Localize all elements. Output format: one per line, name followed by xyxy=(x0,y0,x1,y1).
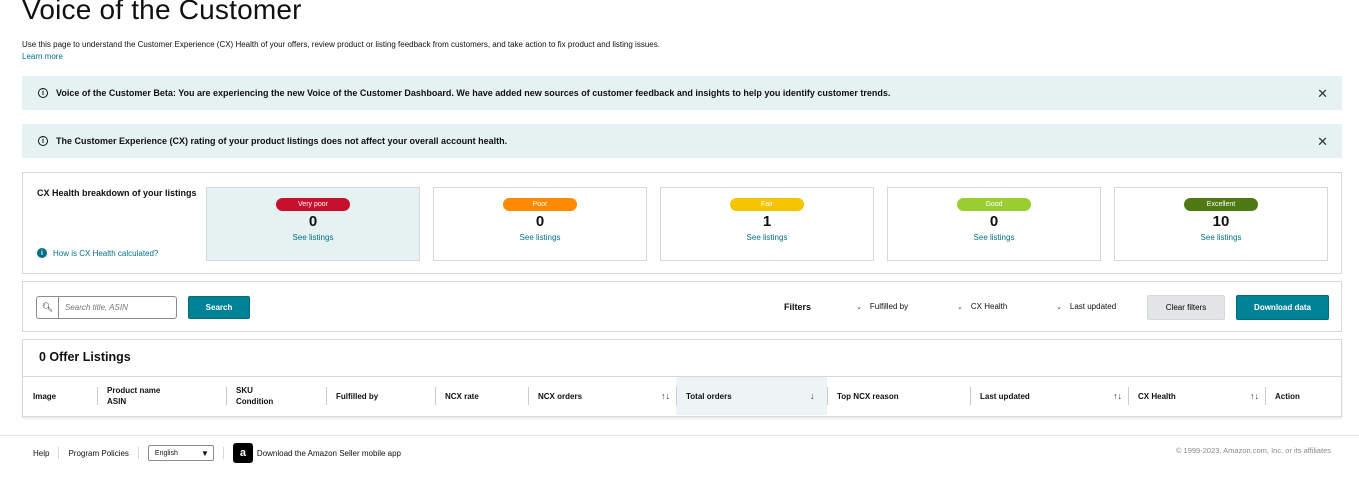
column-sku[interactable]: SKU Condition xyxy=(226,377,326,415)
column-header-label: Last updated xyxy=(980,391,1030,401)
see-listings-link[interactable]: See listings xyxy=(661,233,873,242)
download-app-link[interactable]: Download the Amazon Seller mobile app xyxy=(257,449,401,458)
cx-card-excellent[interactable]: Excellent 10 See listings xyxy=(1114,187,1328,261)
column-header-label: CX Health xyxy=(1138,391,1176,401)
footer: Help Program Policies English ▼ a Downlo… xyxy=(33,443,401,463)
column-header-sublabel: ASIN xyxy=(107,397,127,406)
program-policies-link[interactable]: Program Policies xyxy=(68,449,128,458)
column-ncx-orders[interactable]: NCX orders ↑↓ xyxy=(528,377,676,415)
cx-count-very-poor: 0 xyxy=(308,213,318,230)
cx-health-heading: CX Health breakdown of your listings xyxy=(37,188,197,198)
cx-pill-fair: Fair xyxy=(730,198,804,211)
column-header-label: Product name xyxy=(107,386,161,395)
help-link[interactable]: Help xyxy=(33,449,49,458)
cx-rating-alert-text: The Customer Experience (CX) rating of y… xyxy=(56,136,508,146)
column-action: Action xyxy=(1265,377,1341,415)
page-description: Use this page to understand the Customer… xyxy=(22,40,660,49)
cx-card-poor[interactable]: Poor 0 See listings xyxy=(433,187,647,261)
sort-descending-icon[interactable]: ↓ xyxy=(810,391,815,402)
search-icon: 🔍︎ xyxy=(37,297,59,318)
cx-health-help[interactable]: i How is CX Health calculated? xyxy=(37,248,158,258)
cx-health-dropdown[interactable]: ⌄ CX Health xyxy=(957,302,1007,311)
filters-label: Filters xyxy=(784,302,812,312)
copyright-text: © 1999-2023, Amazon.com, Inc. or its aff… xyxy=(1175,446,1331,455)
column-cx-health[interactable]: CX Health ↑↓ xyxy=(1128,377,1265,415)
see-listings-link[interactable]: See listings xyxy=(207,233,419,242)
info-icon: i xyxy=(37,248,47,258)
cx-health-panel: CX Health breakdown of your listings i H… xyxy=(22,172,1342,274)
table-header: Image Product name ASIN SKU Condition Fu… xyxy=(23,376,1341,415)
column-header-label: NCX orders xyxy=(538,391,583,401)
column-header-label: NCX rate xyxy=(445,391,479,401)
column-last-updated[interactable]: Last updated ↑↓ xyxy=(970,377,1128,415)
cx-count-excellent: 10 xyxy=(1212,213,1230,230)
cx-card-very-poor[interactable]: Very poor 0 See listings xyxy=(206,187,420,261)
language-select[interactable]: English ▼ xyxy=(147,445,214,461)
download-data-button[interactable]: Download data xyxy=(1236,295,1329,320)
fulfilled-by-label: Fulfilled by xyxy=(869,302,909,311)
cx-count-fair: 1 xyxy=(762,213,772,230)
search-button[interactable]: Search xyxy=(188,296,250,319)
cx-count-poor: 0 xyxy=(535,213,545,230)
footer-separator xyxy=(222,447,224,459)
cx-card-good[interactable]: Good 0 See listings xyxy=(887,187,1101,261)
sort-icon[interactable]: ↑↓ xyxy=(1113,391,1122,402)
column-image: Image xyxy=(23,377,97,415)
cx-health-help-link[interactable]: How is CX Health calculated? xyxy=(53,249,158,258)
search-box: 🔍︎ xyxy=(36,296,177,319)
see-listings-link[interactable]: See listings xyxy=(1115,233,1327,242)
language-value: English xyxy=(154,449,178,457)
chevron-down-icon: ▼ xyxy=(201,448,209,458)
cx-pill-excellent: Excellent xyxy=(1184,198,1258,211)
cx-health-filter-label: CX Health xyxy=(970,302,1008,311)
column-header-label: Image xyxy=(33,391,57,401)
column-header-label: Action xyxy=(1275,391,1300,401)
column-top-ncx-reason[interactable]: Top NCX reason xyxy=(827,377,970,415)
cx-pill-good: Good xyxy=(957,198,1031,211)
listings-table: 0 Offer Listings Image Product name ASIN… xyxy=(22,339,1342,417)
see-listings-link[interactable]: See listings xyxy=(434,233,646,242)
last-updated-dropdown[interactable]: ⌄ Last updated xyxy=(1056,302,1116,311)
info-icon: i xyxy=(38,136,48,146)
column-header-label: Fulfilled by xyxy=(336,391,379,401)
table-title: 0 Offer Listings xyxy=(39,350,131,364)
chevron-down-icon: ⌄ xyxy=(957,303,963,311)
chevron-down-icon: ⌄ xyxy=(1056,303,1062,311)
sort-icon[interactable]: ↑↓ xyxy=(661,391,670,402)
clear-filters-button[interactable]: Clear filters xyxy=(1147,295,1225,320)
learn-more-link[interactable]: Learn more xyxy=(22,52,63,61)
column-header-label: Total orders xyxy=(686,391,732,401)
cx-pill-very-poor: Very poor xyxy=(276,198,350,211)
amazon-app-icon[interactable]: a xyxy=(232,443,253,463)
column-product-name[interactable]: Product name ASIN xyxy=(97,377,226,415)
see-listings-link[interactable]: See listings xyxy=(888,233,1100,242)
close-icon[interactable]: ✕ xyxy=(1317,86,1328,102)
column-ncx-rate[interactable]: NCX rate xyxy=(435,377,528,415)
chevron-down-icon: ⌄ xyxy=(856,303,862,311)
info-icon: i xyxy=(38,88,48,98)
footer-separator xyxy=(137,447,139,459)
cx-card-fair[interactable]: Fair 1 See listings xyxy=(660,187,874,261)
footer-divider xyxy=(0,435,1359,436)
column-total-orders[interactable]: Total orders ↓ xyxy=(676,377,827,415)
beta-alert: i Voice of the Customer Beta: You are ex… xyxy=(22,76,1342,110)
close-icon[interactable]: ✕ xyxy=(1317,134,1328,150)
column-header-label: Top NCX reason xyxy=(837,391,899,401)
cx-pill-poor: Poor xyxy=(503,198,577,211)
column-fulfilled-by[interactable]: Fulfilled by xyxy=(326,377,435,415)
search-input[interactable] xyxy=(59,303,171,312)
cx-rating-alert: i The Customer Experience (CX) rating of… xyxy=(22,124,1342,158)
page-title: Voice of the Customer xyxy=(22,0,302,25)
sort-icon[interactable]: ↑↓ xyxy=(1250,391,1259,402)
footer-separator xyxy=(58,447,60,459)
column-header-sublabel: Condition xyxy=(236,397,274,406)
column-header-label: SKU xyxy=(236,386,253,395)
beta-alert-text: Voice of the Customer Beta: You are expe… xyxy=(56,88,891,98)
filter-bar: 🔍︎ Search Filters ⌄ Fulfilled by ⌄ CX He… xyxy=(22,281,1342,332)
cx-count-good: 0 xyxy=(989,213,999,230)
fulfilled-by-dropdown[interactable]: ⌄ Fulfilled by xyxy=(856,302,908,311)
last-updated-filter-label: Last updated xyxy=(1069,302,1117,311)
